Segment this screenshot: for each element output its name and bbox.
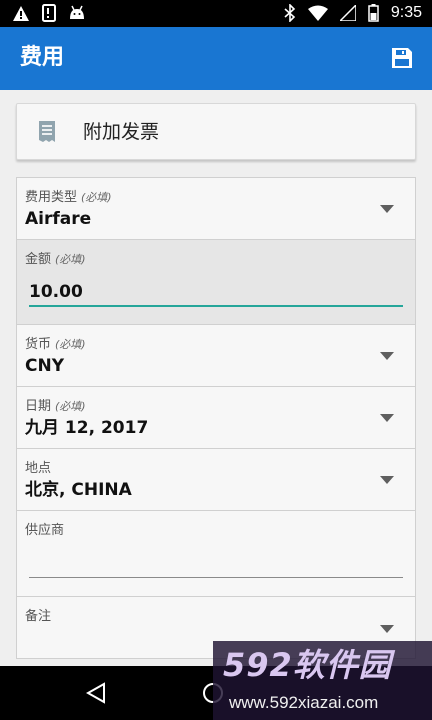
dropdown-arrow-icon — [380, 625, 394, 633]
currency-value: CNY — [25, 356, 65, 376]
attach-receipt-label: 附加发票 — [83, 121, 160, 143]
floppy-disk-icon — [392, 48, 412, 68]
sim-card-icon — [42, 4, 56, 22]
watermark-url: www.592xiazai.com — [229, 693, 379, 712]
amount-input[interactable]: 10.00 — [29, 281, 83, 303]
field-label: 供应商 — [25, 523, 65, 538]
field-label: 金额 (必填) — [25, 252, 86, 267]
wifi-icon — [307, 5, 328, 21]
input-underline — [29, 577, 403, 578]
android-icon — [70, 5, 84, 19]
status-bar: 9:35 — [0, 0, 432, 27]
save-button[interactable] — [390, 46, 418, 72]
dropdown-arrow-icon — [380, 352, 394, 360]
app-bar: 费用 — [0, 27, 432, 90]
receipt-icon — [39, 121, 55, 142]
dropdown-arrow-icon — [380, 205, 394, 213]
location-field[interactable]: 地点 北京, CHINA — [17, 449, 415, 511]
input-underline — [29, 305, 403, 307]
date-value: 九月 12, 2017 — [25, 418, 149, 438]
field-label: 货币 (必填) — [25, 337, 86, 352]
clock: 9:35 — [390, 4, 422, 21]
bluetooth-icon — [284, 4, 296, 22]
location-value: 北京, CHINA — [25, 480, 132, 500]
expense-type-field[interactable]: 费用类型 (必填) Airfare — [17, 178, 415, 240]
field-label: 费用类型 (必填) — [25, 190, 112, 205]
vendor-field[interactable]: 供应商 — [17, 511, 415, 597]
dropdown-arrow-icon — [380, 476, 394, 484]
field-label: 备注 — [25, 609, 52, 624]
watermark: 592软件园 www.592xiazai.com — [213, 641, 432, 720]
date-field[interactable]: 日期 (必填) 九月 12, 2017 — [17, 387, 415, 449]
currency-field[interactable]: 货币 (必填) CNY — [17, 325, 415, 387]
watermark-logo: 592软件园 — [223, 646, 392, 684]
expense-form: 费用类型 (必填) Airfare 金额 (必填) 10.00 货币 (必填) CNY… — [16, 177, 416, 659]
warning-icon — [13, 5, 29, 21]
attach-receipt-button[interactable]: 附加发票 — [16, 103, 416, 160]
battery-icon — [368, 4, 379, 22]
back-icon[interactable] — [86, 682, 106, 704]
page-title: 费用 — [20, 45, 65, 70]
signal-icon — [339, 5, 356, 21]
amount-field[interactable]: 金额 (必填) 10.00 — [17, 240, 415, 325]
expense-type-value: Airfare — [25, 209, 92, 229]
field-label: 日期 (必填) — [25, 399, 86, 414]
field-label: 地点 — [25, 461, 52, 476]
dropdown-arrow-icon — [380, 414, 394, 422]
